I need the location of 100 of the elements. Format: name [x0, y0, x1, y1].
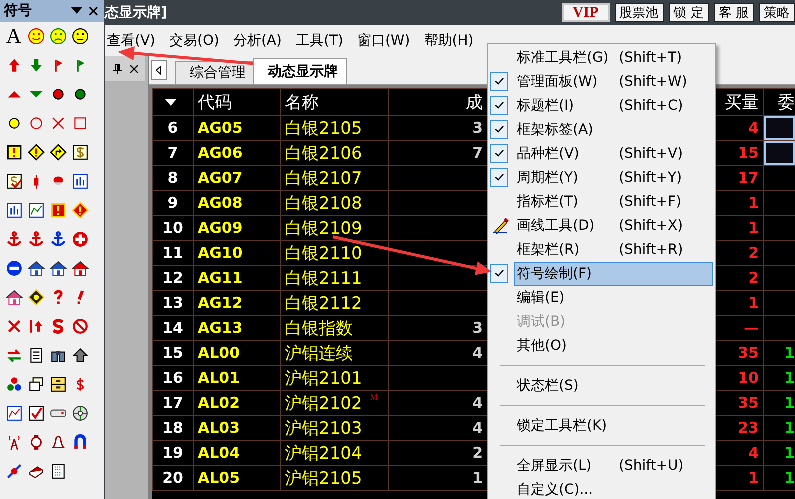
check-box[interactable] — [490, 96, 508, 115]
toolbar-button[interactable]: VIP — [562, 3, 610, 22]
bell-icon[interactable] — [50, 434, 66, 451]
menu-item[interactable]: 框架栏(R) (Shift+R) — [514, 238, 713, 262]
menu-item[interactable]: 锁定工具栏(K) — [514, 414, 713, 438]
warning-diamond-icon[interactable] — [28, 144, 44, 161]
color-dots-icon[interactable] — [6, 376, 22, 393]
prohibition-icon[interactable] — [72, 318, 88, 335]
sort-icon[interactable] — [165, 99, 177, 107]
house-icon[interactable] — [6, 289, 22, 306]
menu-item[interactable]: 符号绘制(F) — [514, 262, 713, 286]
menu-item[interactable]: 自定义(C)... — [514, 478, 713, 499]
menu-item[interactable]: 品种栏(V) (Shift+V) — [514, 142, 713, 166]
no-entry-icon[interactable] — [6, 260, 22, 277]
check-box[interactable] — [490, 72, 508, 91]
pushpin-icon[interactable] — [6, 463, 22, 480]
cross-icon[interactable] — [6, 318, 22, 335]
window-title: 态显示牌] — [105, 4, 168, 22]
cards-icon[interactable] — [28, 376, 44, 393]
house-icon[interactable] — [28, 260, 44, 277]
row-number: 8 — [168, 169, 178, 187]
menu-item[interactable]: 工具(T) — [294, 32, 346, 50]
check-box-icon[interactable] — [28, 405, 44, 422]
document-icon[interactable] — [28, 347, 44, 364]
table-cell: AG07 — [198, 169, 243, 187]
menu-item[interactable]: 窗口(W) — [355, 32, 412, 50]
turn-sign-icon[interactable] — [50, 144, 66, 161]
menu-item[interactable]: 指标栏(T) (Shift+F) — [514, 190, 713, 214]
dropdown-icon[interactable] — [71, 7, 84, 15]
house-icon[interactable] — [50, 260, 66, 277]
menu-item[interactable]: 标题栏(I) (Shift+C) — [514, 94, 713, 118]
table-cell: 沪铝连续 — [285, 344, 353, 364]
menu-item[interactable]: 帮助(H) — [422, 32, 476, 50]
check-box[interactable] — [490, 144, 508, 163]
row-number: 13 — [162, 294, 184, 312]
close-button[interactable]: × — [87, 2, 100, 20]
sad-face-icon[interactable] — [50, 28, 66, 45]
anchor-icon[interactable] — [28, 231, 44, 248]
menu-item[interactable]: 标准工具栏(G) (Shift+T) — [514, 46, 713, 70]
anchor-icon[interactable] — [50, 231, 66, 248]
line-chart-icon[interactable] — [6, 405, 22, 422]
neutral-face-icon[interactable] — [72, 28, 88, 45]
row-number: 15 — [162, 344, 184, 362]
table-cell: 白银2107 — [285, 168, 362, 188]
menu-item[interactable]: 编辑(E) — [514, 286, 713, 310]
up-arrow-house-icon[interactable] — [72, 347, 88, 364]
bar-chart-icon[interactable] — [6, 202, 22, 219]
check-box[interactable] — [490, 264, 508, 283]
tab[interactable]: 动态显示牌 — [253, 58, 347, 84]
square-icon[interactable] — [72, 115, 88, 132]
table-cell: 1 — [748, 469, 759, 487]
magnet-icon[interactable] — [72, 434, 88, 451]
smiley-face-icon[interactable] — [28, 28, 44, 45]
menu-item[interactable]: 框架标签(A) — [514, 118, 713, 142]
toolbar-button[interactable]: 策略 — [759, 3, 795, 22]
check-box[interactable] — [490, 120, 508, 139]
disc-icon[interactable] — [72, 405, 88, 422]
menu-item[interactable]: 其他(O) — [514, 334, 713, 358]
toolbar-button[interactable]: 锁 定 — [668, 3, 709, 22]
menu-item[interactable]: 画线工具(D) (Shift+X) — [514, 214, 713, 238]
circle-icon[interactable] — [28, 115, 44, 132]
panel-title: 符号 — [4, 2, 33, 20]
tab[interactable]: 综合管理 — [175, 61, 255, 84]
bar-arrow-icon[interactable] — [28, 318, 44, 335]
column-header[interactable]: 成 — [466, 92, 483, 112]
table-cell: AG08 — [198, 194, 243, 212]
menu-item[interactable]: 状态栏(S) — [514, 374, 713, 398]
money-sign-icon[interactable] — [72, 144, 88, 161]
money-check-icon[interactable] — [6, 173, 22, 190]
anchor-icon[interactable] — [6, 231, 22, 248]
grid-sheet-icon[interactable] — [50, 463, 66, 480]
menu-item[interactable]: 全屏显示(L) (Shift+U) — [514, 454, 713, 478]
toolbar-button[interactable]: 客 服 — [714, 3, 754, 22]
menu-item[interactable]: 分析(A) — [231, 32, 284, 50]
menu-item[interactable]: 查看(V) — [105, 32, 158, 50]
pin-icon[interactable] — [113, 64, 122, 74]
menu-item[interactable]: 周期栏(Y) (Shift+Y) — [514, 166, 713, 190]
drawer-icon[interactable] — [50, 376, 66, 393]
table-cell: 4 — [472, 419, 483, 437]
toolbar-button[interactable]: 股票池 — [614, 3, 664, 22]
alert-box-icon[interactable] — [50, 202, 66, 219]
menu-item[interactable]: 管理面板(W) (Shift+W) — [514, 70, 713, 94]
first-aid-icon[interactable] — [72, 231, 88, 248]
table-cell: AG13 — [198, 319, 243, 337]
bar-chart-icon[interactable] — [72, 173, 88, 190]
text-tool[interactable]: A — [6, 26, 22, 47]
warning-sign-icon[interactable] — [6, 144, 22, 161]
table-cell: 2 — [748, 244, 759, 262]
menu-item[interactable]: 交易(O) — [168, 32, 222, 50]
line-chart-icon[interactable] — [28, 202, 44, 219]
check-box[interactable] — [490, 168, 508, 187]
table-cell: 4 — [748, 444, 759, 462]
scroll-left-button[interactable] — [151, 60, 167, 80]
table-cell: 35 — [738, 344, 759, 362]
diamond-sign-icon[interactable] — [28, 289, 44, 306]
table-cell: 沪铝2105 — [285, 468, 362, 488]
alert-diamond-icon[interactable] — [72, 202, 88, 219]
row-number: 10 — [162, 219, 184, 237]
row-number: 11 — [162, 244, 184, 262]
house-icon[interactable] — [72, 260, 88, 277]
